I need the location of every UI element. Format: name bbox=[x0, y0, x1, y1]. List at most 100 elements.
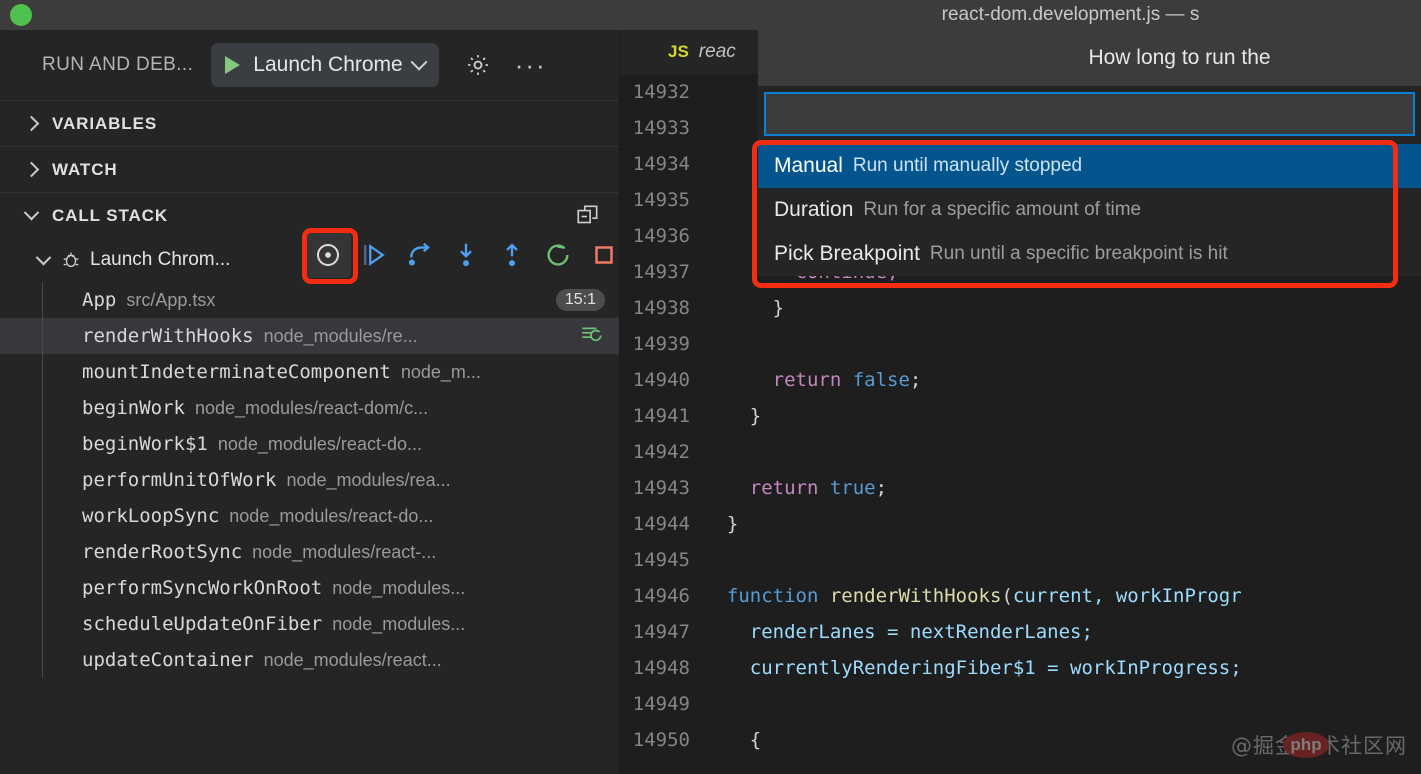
more-actions-icon[interactable]: ··· bbox=[515, 60, 547, 70]
code-text: currentlyRenderingFiber$1 = workInProgre… bbox=[704, 650, 1242, 686]
collapse-all-icon bbox=[575, 203, 601, 229]
call-stack-frame[interactable]: renderRootSyncnode_modules/react-... bbox=[0, 534, 619, 570]
code-line[interactable]: 14949 bbox=[620, 686, 1421, 722]
call-stack-frame[interactable]: scheduleUpdateOnFiber node_modules... bbox=[0, 606, 619, 642]
line-number: 14935 bbox=[620, 182, 704, 218]
sidebar-section-watch[interactable]: WATCH bbox=[0, 146, 619, 192]
call-stack-frame[interactable]: performSyncWorkOnRootnode_modules... bbox=[0, 570, 619, 606]
code-line[interactable]: 14940 return false; bbox=[620, 362, 1421, 398]
pause-button[interactable] bbox=[305, 232, 351, 278]
code-text: { bbox=[704, 722, 761, 758]
code-line[interactable]: 14941 } bbox=[620, 398, 1421, 434]
line-number: 14943 bbox=[620, 470, 704, 506]
call-stack-frame[interactable]: workLoopSyncnode_modules/react-do... bbox=[0, 498, 619, 534]
call-stack-frame[interactable]: App src/App.tsx 15:1 bbox=[0, 282, 619, 318]
indent-guide bbox=[42, 534, 43, 570]
quick-pick-item[interactable]: Pick Breakpoint Run until a specific brea… bbox=[758, 232, 1421, 276]
frame-file-path: node_modules/rea... bbox=[286, 470, 450, 491]
code-line[interactable]: 14943 return true; bbox=[620, 470, 1421, 506]
quick-pick-item[interactable]: Manual Run until manually stopped bbox=[758, 144, 1421, 188]
code-token: function bbox=[704, 585, 830, 607]
quick-pick-dialog: How long to run the Manual Run until manu… bbox=[758, 30, 1421, 276]
step-into-button[interactable] bbox=[443, 232, 489, 278]
vscode-window: react-dom.development.js — s RUN AND DEB… bbox=[0, 0, 1421, 774]
frame-function-name: renderRootSync bbox=[82, 541, 242, 563]
quick-pick-item-description: Run until a specific breakpoint is hit bbox=[930, 243, 1228, 265]
frame-right: 15:1 bbox=[556, 289, 605, 311]
quick-pick-title: How long to run the bbox=[758, 30, 1421, 86]
call-stack-frame[interactable]: beginWorknode_modules/react-dom/c... bbox=[0, 390, 619, 426]
code-line[interactable]: 14947 renderLanes = nextRenderLanes; bbox=[620, 614, 1421, 650]
line-number: 14946 bbox=[620, 578, 704, 614]
code-line[interactable]: 14945 bbox=[620, 542, 1421, 578]
sidebar-section-variables[interactable]: VARIABLES bbox=[0, 100, 619, 146]
code-token: true bbox=[830, 477, 876, 499]
frame-function-name: workLoopSync bbox=[82, 505, 219, 527]
chevron-right-icon bbox=[18, 111, 44, 137]
quick-pick-item-description: Run for a specific amount of time bbox=[863, 199, 1141, 221]
code-token: renderWithHooks bbox=[830, 585, 1002, 607]
code-line[interactable]: 14942 bbox=[620, 434, 1421, 470]
gear-icon[interactable] bbox=[463, 50, 493, 80]
step-over-button[interactable] bbox=[397, 232, 443, 278]
step-out-button[interactable] bbox=[489, 232, 535, 278]
code-token: currentlyRenderingFiber$1 = workInProgre… bbox=[704, 657, 1242, 679]
quick-pick-item-description: Run until manually stopped bbox=[853, 155, 1082, 177]
frame-file-path: node_modules/react-do... bbox=[218, 434, 422, 455]
indent-guide bbox=[42, 642, 43, 678]
indent-guide bbox=[42, 606, 43, 642]
window-title: react-dom.development.js — s bbox=[0, 0, 1421, 30]
sidebar-title: RUN AND DEB... bbox=[42, 54, 193, 76]
launch-config-dropdown[interactable]: Launch Chrome bbox=[211, 43, 438, 87]
quick-pick-item-label: Manual bbox=[774, 154, 843, 178]
frame-line-badge: 15:1 bbox=[556, 289, 605, 311]
code-line[interactable]: 14944 } bbox=[620, 506, 1421, 542]
run-and-debug-sidebar: RUN AND DEB... Launch Chrome ··· VARIABL… bbox=[0, 30, 620, 774]
start-debugging-play-icon[interactable] bbox=[221, 54, 243, 76]
quick-pick-item[interactable]: Duration Run for a specific amount of tim… bbox=[758, 188, 1421, 232]
quick-pick-input[interactable] bbox=[764, 92, 1415, 136]
chevron-down-icon bbox=[30, 247, 56, 273]
code-token: current, workInProgr bbox=[1013, 585, 1242, 607]
frame-function-name: App bbox=[82, 289, 116, 311]
editor-tabbar: JS reac bbox=[620, 30, 760, 74]
code-token: return bbox=[704, 477, 830, 499]
frame-right bbox=[579, 323, 605, 349]
continue-button[interactable] bbox=[351, 232, 397, 278]
line-number: 14942 bbox=[620, 434, 704, 470]
frame-file-path: node_modules... bbox=[332, 614, 465, 635]
frame-function-name: scheduleUpdateOnFiber bbox=[82, 613, 322, 635]
frame-file-path: node_m... bbox=[401, 362, 481, 383]
call-stack-frame[interactable]: renderWithHooksnode_modules/re... bbox=[0, 318, 619, 354]
code-line[interactable]: 14948 currentlyRenderingFiber$1 = workIn… bbox=[620, 650, 1421, 686]
indent-guide bbox=[42, 390, 43, 426]
line-number: 14941 bbox=[620, 398, 704, 434]
window-titlebar: react-dom.development.js — s bbox=[0, 0, 1421, 30]
editor-tab-label[interactable]: reac bbox=[699, 41, 736, 63]
code-line[interactable]: 14946 function renderWithHooks(current, … bbox=[620, 578, 1421, 614]
frame-file-path: node_modules/react... bbox=[264, 650, 442, 671]
quick-pick-item-label: Duration bbox=[774, 198, 853, 222]
thread-label: Launch Chrom... bbox=[90, 249, 230, 271]
restart-button[interactable] bbox=[535, 232, 581, 278]
section-label-variables: VARIABLES bbox=[52, 114, 157, 134]
line-number: 14950 bbox=[620, 722, 704, 758]
call-stack-frame[interactable]: mountIndeterminateComponentnode_m... bbox=[0, 354, 619, 390]
code-line[interactable]: 14939 bbox=[620, 326, 1421, 362]
frame-file-path: src/App.tsx bbox=[126, 290, 215, 311]
code-token: } bbox=[704, 297, 784, 319]
debug-toolbar[interactable] bbox=[305, 232, 627, 278]
call-stack-frame[interactable]: performUnitOfWorknode_modules/rea... bbox=[0, 462, 619, 498]
line-number: 14932 bbox=[620, 74, 704, 110]
call-stack-frame[interactable]: beginWork$1 node_modules/react-do... bbox=[0, 426, 619, 462]
call-stack-frame[interactable]: updateContainernode_modules/react... bbox=[0, 642, 619, 678]
code-line[interactable]: 14938 } bbox=[620, 290, 1421, 326]
indent-guide bbox=[42, 282, 43, 318]
line-number: 14934 bbox=[620, 146, 704, 182]
call-stack-actions[interactable] bbox=[575, 203, 601, 229]
line-number: 14940 bbox=[620, 362, 704, 398]
quick-pick-item-label: Pick Breakpoint bbox=[774, 242, 920, 266]
code-line[interactable]: 14950 { bbox=[620, 722, 1421, 758]
stop-button[interactable] bbox=[581, 232, 627, 278]
frame-function-name: beginWork$1 bbox=[82, 433, 208, 455]
